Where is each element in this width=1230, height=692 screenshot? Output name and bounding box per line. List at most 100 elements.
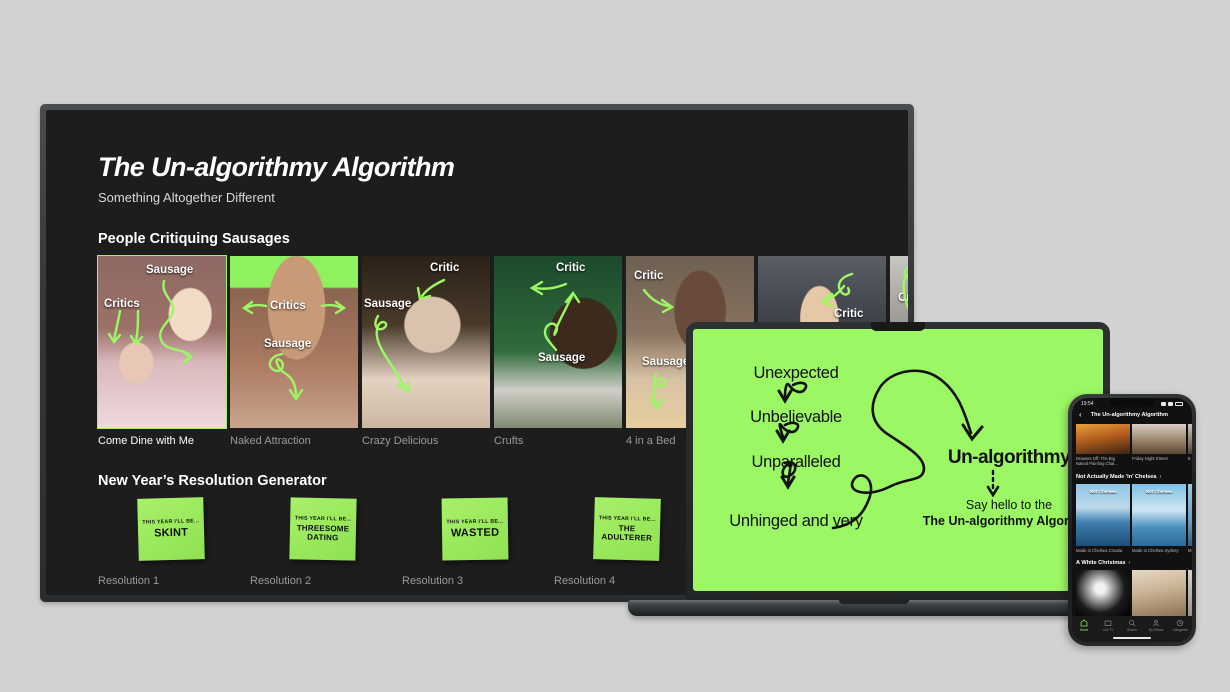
- tab-label: Home: [1079, 628, 1089, 632]
- section-title: Not Actually Made 'in' Chelsea: [1076, 473, 1157, 480]
- phone-rail-christmas[interactable]: [1072, 569, 1192, 616]
- note-slot-2[interactable]: THIS YEAR I'LL BE... THREESOME DATING Re…: [250, 497, 402, 587]
- tab-my-shows[interactable]: My Shows: [1145, 619, 1167, 632]
- phone-card-caption: Made in Chelsea Croatia: [1076, 547, 1123, 553]
- signal-icon: [1161, 402, 1166, 406]
- categories-icon: [1176, 619, 1184, 627]
- tab-label: Search: [1126, 628, 1138, 632]
- tab-label: Live TV: [1102, 628, 1114, 632]
- chevron-left-icon[interactable]: ‹: [1079, 411, 1082, 419]
- phone-thumbnail: [1188, 483, 1192, 546]
- tile-thumbnail: Critic Sausage: [494, 256, 622, 428]
- ladder-gap: [711, 471, 881, 513]
- tile-naked-attraction[interactable]: Critics Sausage Naked Attraction: [230, 256, 358, 447]
- annotation-label-critic: Critic: [634, 270, 664, 282]
- sticky-note-2[interactable]: THIS YEAR I'LL BE... THREESOME DATING: [289, 497, 357, 561]
- phone-thumbnail: [1188, 569, 1192, 616]
- phone-card-caption: Drawers Off: The Big Naked Painting Chal…: [1076, 456, 1118, 467]
- annotation-label-critic: Critic: [834, 308, 864, 320]
- tile-caption: Crufts: [494, 435, 524, 447]
- laptop-base-notch: [839, 600, 909, 604]
- laptop-camera-notch-icon: [871, 322, 925, 331]
- phone-nav-title: The Un-algorithmy Algorithm: [1090, 412, 1168, 418]
- note-text: WASTED: [450, 526, 500, 540]
- phone-nav-bar: ‹ The Un-algorithmy Algorithm: [1072, 407, 1192, 424]
- tile-thumbnail: Critic Sausage: [362, 256, 490, 428]
- tab-live-tv[interactable]: Live TV: [1097, 619, 1119, 632]
- annotation-label-critic: Critic: [898, 292, 908, 304]
- home-icon: [1080, 619, 1088, 627]
- note-prefix: THIS YEAR I'LL BE...: [294, 515, 352, 523]
- note-text: THREESOME DATING: [296, 523, 350, 542]
- annotation-label-critics: Critics: [270, 300, 306, 312]
- phone-card-mic-sydney[interactable]: Not Chelsea Made in Chelsea Sydney: [1132, 483, 1186, 553]
- sticky-note-1[interactable]: THIS YEAR I'LL BE... SKINT: [137, 497, 205, 561]
- note-slot-1[interactable]: THIS YEAR I'LL BE... SKINT Resolution 1: [98, 497, 250, 587]
- phone-card-mic-3[interactable]: M C: [1188, 483, 1192, 553]
- ladder-word-4: Unhinged and very: [729, 511, 863, 530]
- phone-thumbnail: Not Chelsea: [1132, 483, 1186, 546]
- phone-section-heading-chelsea[interactable]: Not Actually Made 'in' Chelsea ›: [1072, 467, 1192, 484]
- tab-label: Categories: [1172, 628, 1188, 632]
- ladder-word-3: Unparalleled: [751, 452, 841, 471]
- note-caption: Resolution 3: [402, 575, 464, 587]
- phone-card-xmas-1[interactable]: [1076, 569, 1130, 616]
- not-chelsea-badge: Not Chelsea: [1089, 488, 1117, 494]
- phone-thumbnail: [1132, 424, 1186, 454]
- tile-crufts[interactable]: Critic Sausage Crufts: [494, 256, 622, 447]
- phone-body: 19:54 ‹ The Un-algorithmy Algorithm Draw…: [1068, 394, 1196, 646]
- person-icon: [1153, 620, 1159, 627]
- note-slot-3[interactable]: THIS YEAR I'LL BE... WASTED Resolution 3: [402, 497, 554, 587]
- annotation-label-critic: Critic: [430, 262, 460, 274]
- status-time: 19:54: [1081, 401, 1094, 407]
- word-ladder: Unexpected Unbelievable Unparalleled Unh…: [711, 364, 881, 530]
- tab-label: My Shows: [1148, 628, 1164, 632]
- thumbnail-photo: [494, 256, 622, 428]
- tab-search[interactable]: Search: [1121, 619, 1143, 632]
- note-text: SKINT: [153, 526, 189, 540]
- phone-notch-icon: [1109, 398, 1155, 407]
- tile-come-dine-with-me[interactable]: Sausage Critics Come Dine with Me: [97, 255, 227, 447]
- tile-thumbnail: Critics Sausage: [230, 256, 358, 428]
- page-subtitle: Something Altogether Different: [98, 190, 275, 205]
- phone-thumbnail: [1132, 569, 1186, 616]
- tab-home[interactable]: Home: [1073, 619, 1095, 632]
- note-prefix: THIS YEAR I'LL BE...: [446, 518, 504, 526]
- page-title: The Un-algorithmy Algorithm: [98, 152, 455, 182]
- phone-card-xmas-2[interactable]: [1132, 569, 1186, 616]
- phone-card-xmas-3[interactable]: [1188, 569, 1192, 616]
- sticky-note-paper: THIS YEAR I'LL BE... SKINT: [137, 497, 205, 561]
- note-caption: Resolution 2: [250, 575, 312, 587]
- annotation-label-sausage: Sausage: [538, 352, 586, 364]
- phone-thumbnail: [1076, 424, 1130, 454]
- sticky-note-paper: THIS YEAR I'LL BE... THREESOME DATING: [289, 497, 357, 561]
- sticky-note-3[interactable]: THIS YEAR I'LL BE... WASTED: [441, 497, 509, 561]
- phone-card-caption: Friday Night Dinner: [1132, 456, 1169, 461]
- phone-card-mic-croatia[interactable]: Not Chelsea Made in Chelsea Croatia: [1076, 483, 1130, 553]
- phone-card-caption: E: [1188, 456, 1191, 461]
- phone-card-drawers-off[interactable]: Drawers Off: The Big Naked Painting Chal…: [1076, 424, 1130, 467]
- annotation-label-critic: Critic: [556, 262, 586, 274]
- annotation-label-sausage: Sausage: [364, 298, 412, 310]
- tile-caption: Come Dine with Me: [98, 435, 194, 447]
- phone-thumbnail: [1076, 569, 1130, 616]
- phone-thumbnail: [1188, 424, 1192, 454]
- phone-thumbnail: Not Chelsea: [1076, 483, 1130, 546]
- tile-caption: Naked Attraction: [230, 435, 311, 447]
- phone-rail-chelsea[interactable]: Not Chelsea Made in Chelsea Croatia Not …: [1072, 483, 1192, 553]
- thumbnail-photo: [98, 256, 226, 428]
- phone-screen: 19:54 ‹ The Un-algorithmy Algorithm Draw…: [1072, 398, 1192, 642]
- tab-categories[interactable]: Categories: [1169, 619, 1191, 632]
- phone-card-friday-night-dinner[interactable]: Friday Night Dinner: [1132, 424, 1186, 467]
- hello-prefix: Say hello to the: [965, 498, 1053, 512]
- phone-card-3[interactable]: E: [1188, 424, 1192, 467]
- annotation-label-sausage: Sausage: [264, 338, 312, 350]
- laptop-base: [628, 600, 1120, 616]
- phone-top-rail[interactable]: Drawers Off: The Big Naked Painting Chal…: [1072, 424, 1192, 467]
- phone-section-heading-christmas[interactable]: A White Christmas ›: [1072, 553, 1192, 570]
- row-heading-sausages: People Critiquing Sausages: [98, 231, 290, 247]
- tv-icon: [1104, 620, 1112, 626]
- ladder-word-1: Unexpected: [753, 364, 839, 382]
- tile-crazy-delicious[interactable]: Critic Sausage Crazy Delicious: [362, 256, 490, 447]
- battery-icon: [1175, 402, 1183, 406]
